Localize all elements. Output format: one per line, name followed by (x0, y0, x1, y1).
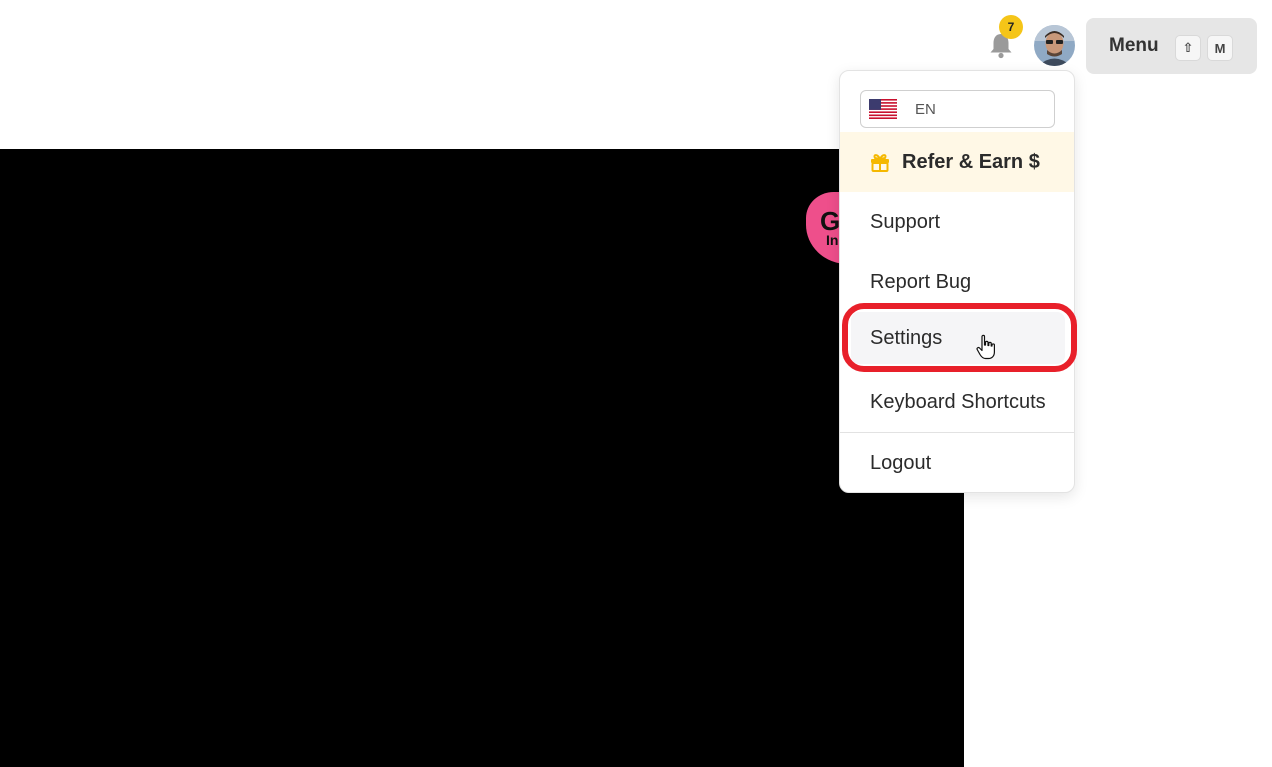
menu-item-keyboard-shortcuts[interactable]: Keyboard Shortcuts (840, 372, 1074, 432)
avatar[interactable] (1034, 25, 1075, 66)
us-flag-icon (869, 99, 897, 119)
user-photo-icon (1034, 25, 1075, 66)
menu-item-report-bug[interactable]: Report Bug (840, 252, 1074, 312)
hand-pointer-icon (976, 334, 995, 360)
menu-label: Menu (1109, 35, 1159, 56)
menu-item-refer-earn[interactable]: Refer & Earn $ (840, 132, 1074, 192)
menu-item-label: Logout (870, 451, 932, 474)
user-menu-dropdown: EN Refer & Earn $ Support Report Bug Set… (839, 70, 1075, 493)
language-label: EN (915, 100, 936, 118)
menu-item-label: Keyboard Shortcuts (870, 390, 1046, 413)
language-select[interactable]: EN (860, 90, 1055, 128)
menu-item-logout[interactable]: Logout (840, 433, 1074, 492)
gift-icon (871, 154, 889, 172)
logo-text-small: In (826, 232, 839, 248)
m-key-hint: M (1207, 35, 1233, 61)
notification-badge: 7 (999, 15, 1023, 39)
menu-item-settings[interactable]: Settings (851, 312, 1065, 364)
menu-item-label: Settings (870, 326, 943, 349)
menu-item-label: Refer & Earn $ (902, 150, 1040, 173)
menu-item-label: Report Bug (870, 270, 972, 293)
menu-item-support[interactable]: Support (840, 192, 1074, 252)
menu-item-label: Support (870, 210, 941, 233)
shift-key-hint: ⇧ (1175, 35, 1201, 61)
menu-button[interactable]: Menu ⇧ M (1086, 18, 1257, 74)
